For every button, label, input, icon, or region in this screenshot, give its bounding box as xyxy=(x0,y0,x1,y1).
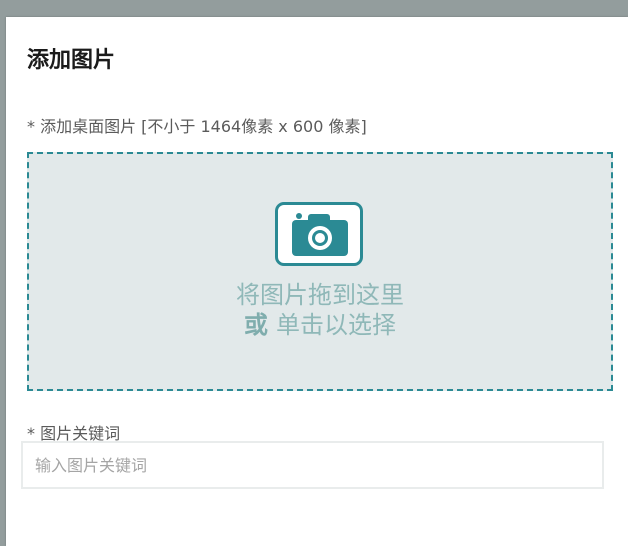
dialog-title: 添加图片 xyxy=(27,48,116,73)
camera-icon xyxy=(275,202,363,266)
dropzone-or-word: 或 xyxy=(244,311,268,339)
image-dropzone[interactable]: 将图片拖到这里 或单击以选择 xyxy=(27,152,613,391)
dropzone-drag-text: 将图片拖到这里 xyxy=(236,281,404,309)
desktop-image-label: * 添加桌面图片 [不小于 1464像素 x 600 像素] xyxy=(27,117,367,136)
dropzone-click-to-select[interactable]: 单击以选择 xyxy=(276,311,396,339)
camera-icon-graphic xyxy=(292,213,348,256)
keywords-input[interactable] xyxy=(21,441,604,489)
dropzone-click-text: 或单击以选择 xyxy=(29,310,611,340)
